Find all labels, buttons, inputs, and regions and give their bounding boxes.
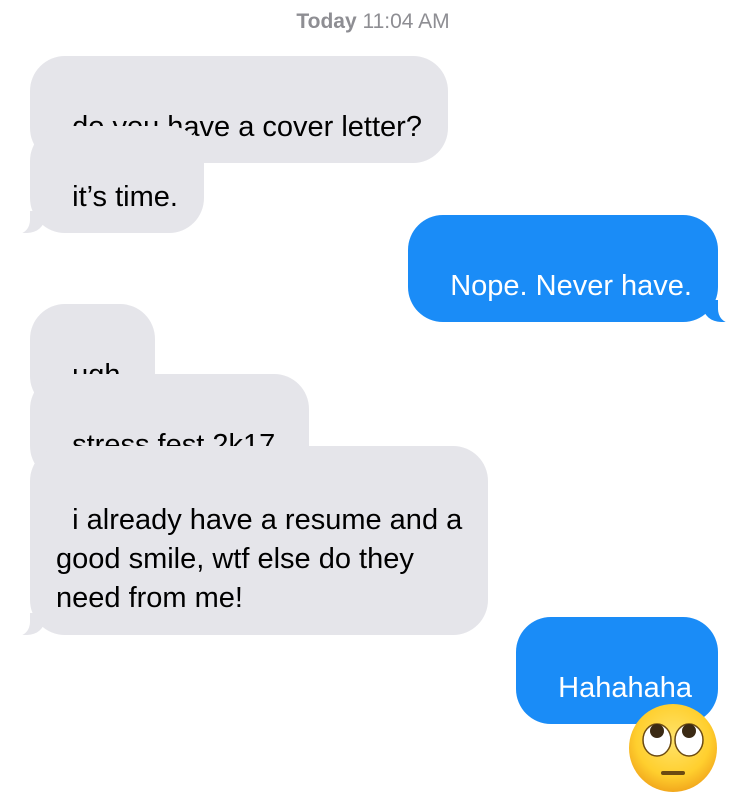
face-with-rolling-eyes-icon[interactable] xyxy=(628,703,718,793)
message-text: it’s time. xyxy=(72,181,178,213)
emoji-mouth xyxy=(661,771,685,775)
emoji-face xyxy=(629,704,717,792)
message-text: Nope. Never have. xyxy=(450,270,692,302)
incoming-message-bubble[interactable]: i already have a resume and a good smile… xyxy=(7,446,489,636)
timestamp-time: 11:04 AM xyxy=(362,10,450,33)
message-timestamp: Today 11:04 AM xyxy=(0,10,746,34)
emoji-left-pupil xyxy=(650,724,664,738)
timestamp-day: Today xyxy=(296,10,357,33)
outgoing-message-bubble[interactable]: Nope. Never have. xyxy=(408,215,740,323)
message-text: i already have a resume and a good smile… xyxy=(56,504,463,614)
message-text: Hahahaha xyxy=(558,672,692,704)
emoji-right-pupil xyxy=(682,724,696,738)
incoming-message-bubble[interactable]: it’s time. xyxy=(8,126,204,234)
